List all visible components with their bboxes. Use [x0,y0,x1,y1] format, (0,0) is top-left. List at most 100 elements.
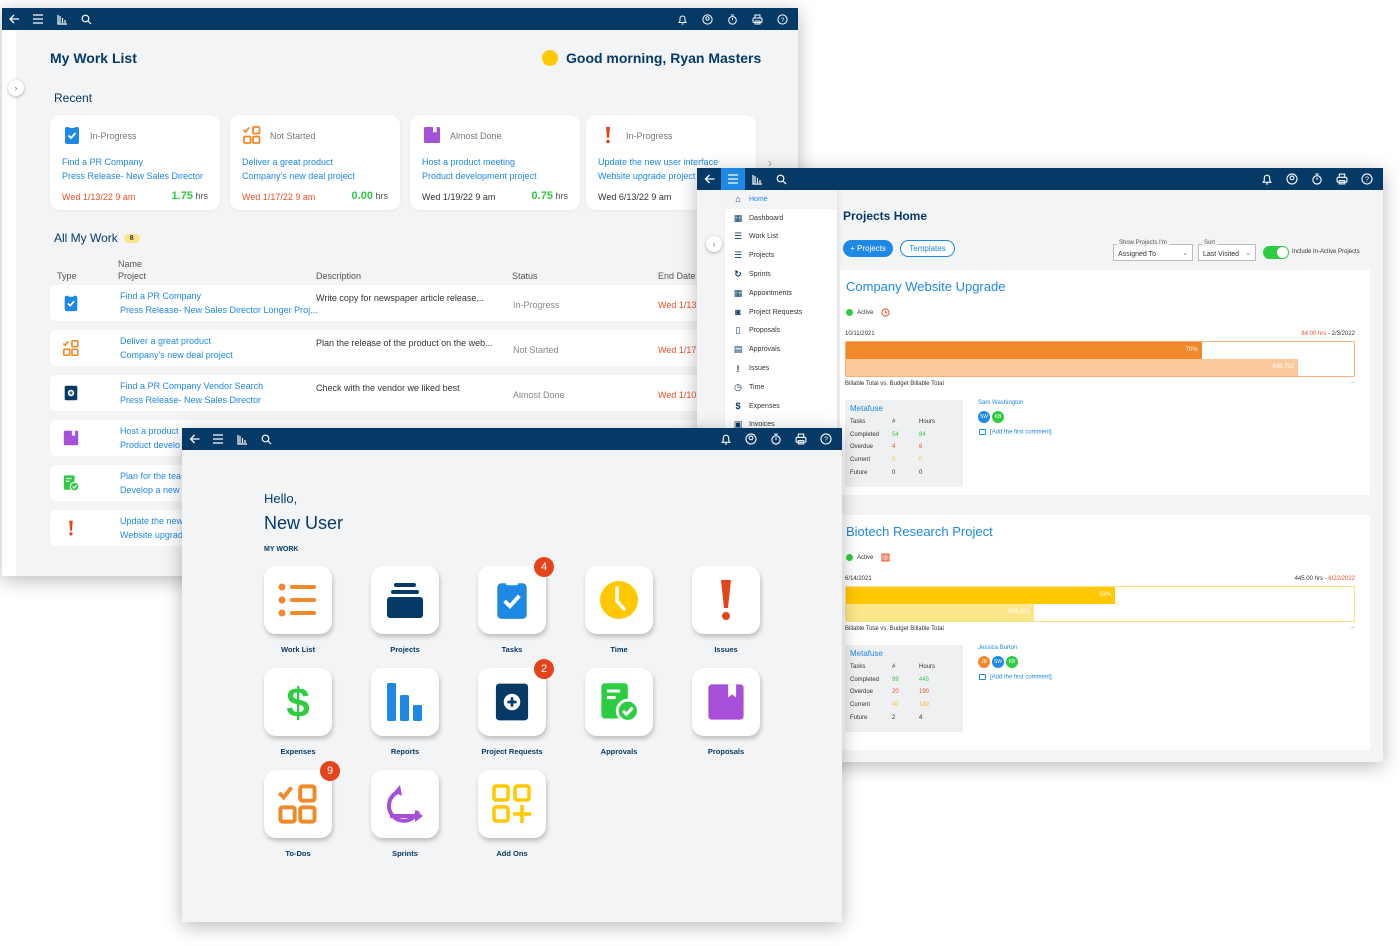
col-type[interactable]: Type [57,271,77,281]
table-row[interactable]: Deliver a great product Company's new de… [50,330,750,366]
project-link[interactable]: Website upgrade project [598,171,695,181]
project-title-link[interactable]: Biotech Research Project [846,524,993,539]
task-name-link[interactable]: Host a product [120,426,179,436]
more-options-button[interactable]: ... [1350,624,1355,630]
show-projects-select[interactable]: Show Projects I'm Assigned To ⌄ [1113,240,1193,261]
user-circle-icon[interactable] [699,11,715,27]
tile-projects[interactable] [371,566,439,634]
hamburger-menu-icon[interactable] [206,428,230,450]
recent-card[interactable]: Not Started Deliver a great product Comp… [230,115,400,210]
menu-item-projects[interactable]: ☰ Projects [725,246,837,265]
project-link[interactable]: Press Release- New Sales Director [62,171,203,181]
manager-link[interactable]: Jessica Burton [978,645,1017,651]
col-name[interactable]: Name [118,259,142,269]
bar-chart-icon[interactable] [745,168,769,190]
company-link[interactable]: Metafuse [850,404,883,413]
table-row[interactable]: Find a PR Company Press Release- New Sal… [50,285,750,321]
task-name-link[interactable]: Find a PR Company Vendor Search [120,381,263,391]
add-comment-link[interactable]: [Add the first comment] [979,674,1052,681]
menu-item-time[interactable]: ◷ Time [725,378,837,397]
task-name-link[interactable]: Find a PR Company [62,157,143,167]
printer-icon[interactable] [749,11,765,27]
menu-item-issues[interactable]: ! Issues [725,359,837,378]
tile-tasks[interactable] [478,566,546,634]
templates-button[interactable]: Templates [900,240,955,257]
task-name-link[interactable]: Update the new [120,516,183,526]
tile-reports[interactable] [371,668,439,736]
manager-link[interactable]: Sam Washington [978,400,1023,406]
avatar[interactable]: KB [1006,656,1018,668]
include-inactive-toggle[interactable] [1263,246,1289,259]
tile-approvals[interactable] [585,668,653,736]
menu-item-expenses[interactable]: $ Expenses [725,397,837,416]
project-link[interactable]: Website upgrad [120,530,183,540]
project-link[interactable]: Press Release- New Sales Director Longer… [120,305,318,315]
project-link[interactable]: Press Release- New Sales Director [120,395,261,405]
col-end-date[interactable]: End Date [658,271,696,281]
menu-item-work-list[interactable]: ☰ Work List [725,228,837,247]
tile-proposals[interactable] [692,668,760,736]
task-name-link[interactable]: Update the new user interface [598,157,718,167]
help-circle-icon[interactable]: ? [1359,171,1375,187]
project-link[interactable]: Company's new deal project [120,350,233,360]
menu-item-project-requests[interactable]: ◙ Project Requests [725,303,837,322]
printer-icon[interactable] [793,431,809,447]
tile-time[interactable] [585,566,653,634]
bell-icon[interactable] [718,431,734,447]
table-row[interactable]: Find a PR Company Vendor Search Press Re… [50,375,750,411]
recent-card[interactable]: In-Progress Find a PR Company Press Rele… [50,115,220,210]
sort-select[interactable]: Sort Last Visited ⌄ [1198,240,1256,261]
user-circle-icon[interactable] [1284,171,1300,187]
col-status[interactable]: Status [512,271,538,281]
menu-item-dashboard[interactable]: ▦ Dashboard [725,209,837,228]
tile-expenses[interactable]: $ [264,668,332,736]
task-name-link[interactable]: Plan for the tea [120,471,181,481]
menu-item-sprints[interactable]: ↻ Sprints [725,265,837,284]
arrow-left-icon[interactable] [697,168,721,190]
tile-to-dos[interactable] [264,770,332,838]
sidebar-expand-button[interactable]: › [8,80,24,96]
search-icon[interactable] [254,428,278,450]
menu-item-home[interactable]: ⌂ Home [725,190,837,209]
bar-chart-icon[interactable] [230,428,254,450]
project-link[interactable]: Company's new deal project [242,171,355,181]
bell-icon[interactable] [1259,171,1275,187]
task-name-link[interactable]: Host a product meeting [422,157,515,167]
hamburger-menu-icon[interactable] [721,168,745,190]
task-name-link[interactable]: Deliver a great product [120,336,211,346]
company-link[interactable]: Metafuse [850,649,883,658]
recent-card[interactable]: Almost Done Host a product meeting Produ… [410,115,580,210]
avatar[interactable]: JB [978,656,990,668]
task-name-link[interactable]: Find a PR Company [120,291,201,301]
help-circle-icon[interactable]: ? [774,11,790,27]
tile-issues[interactable] [692,566,760,634]
add-project-button[interactable]: + Projects [843,240,893,257]
bar-chart-icon[interactable] [50,8,74,30]
project-link[interactable]: Product development project [422,171,537,181]
menu-item-approvals[interactable]: ▤ Approvals [725,340,837,359]
tile-sprints[interactable] [371,770,439,838]
project-link[interactable]: Product develo [120,440,180,450]
avatar[interactable]: SW [978,411,990,423]
arrow-left-icon[interactable] [2,8,26,30]
project-title-link[interactable]: Company Website Upgrade [846,279,1005,294]
add-comment-link[interactable]: [Add the first comment] [979,429,1052,436]
avatar[interactable]: SW [992,656,1004,668]
tile-add-ons[interactable] [478,770,546,838]
col-project[interactable]: Project [118,271,146,281]
search-icon[interactable] [769,168,793,190]
printer-icon[interactable] [1334,171,1350,187]
search-icon[interactable] [74,8,98,30]
bell-icon[interactable] [674,11,690,27]
user-circle-icon[interactable] [743,431,759,447]
stopwatch-icon[interactable] [1309,171,1325,187]
project-link[interactable]: Develop a new y [120,485,187,495]
stopwatch-icon[interactable] [768,431,784,447]
arrow-left-icon[interactable] [182,428,206,450]
more-options-button[interactable]: ... [1350,379,1355,385]
stopwatch-icon[interactable] [724,11,740,27]
menu-item-appointments[interactable]: ▦ Appointments [725,284,837,303]
avatar[interactable]: KB [992,411,1004,423]
tile-project-requests[interactable] [478,668,546,736]
tile-work-list[interactable] [264,566,332,634]
